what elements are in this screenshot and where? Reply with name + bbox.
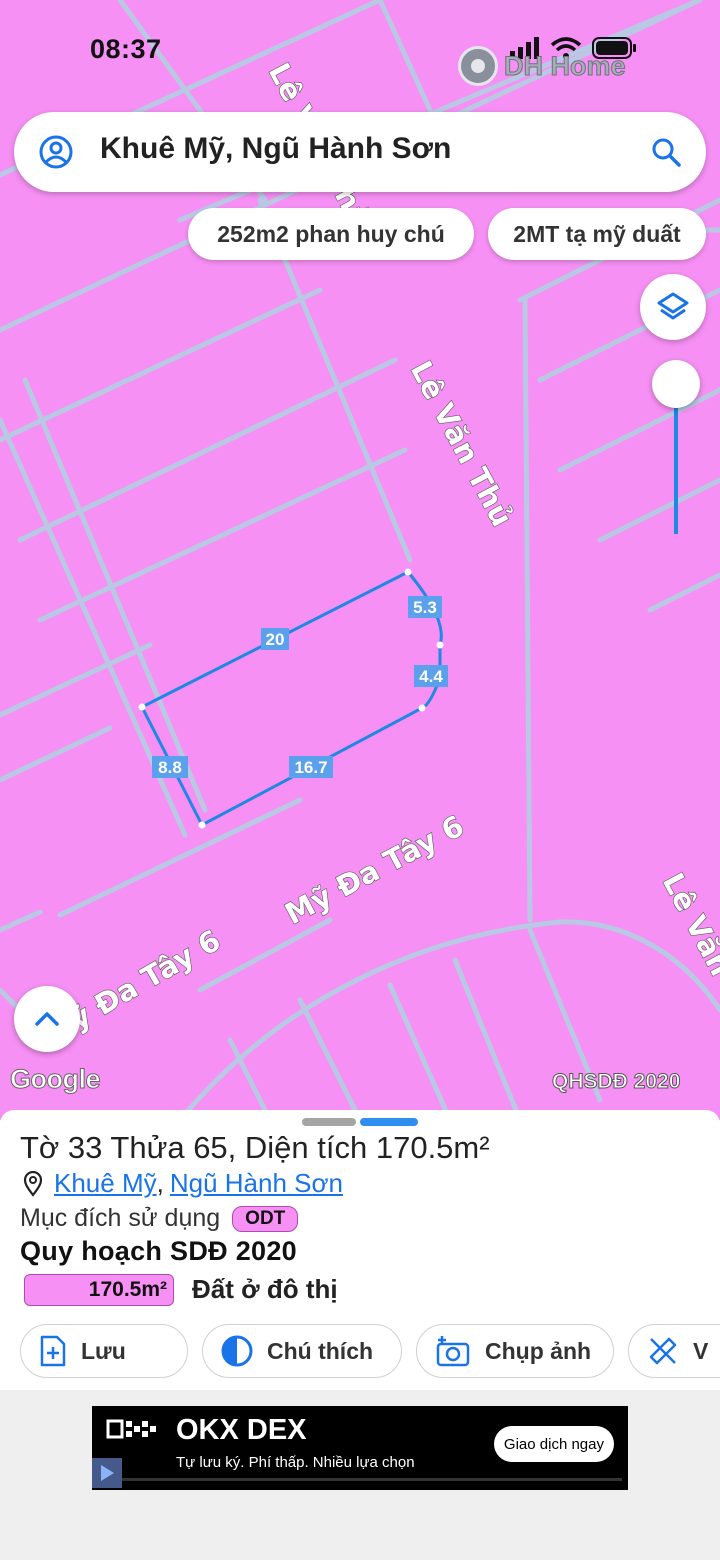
opacity-slider-knob[interactable] <box>652 360 700 408</box>
land-use-purpose: Mục đích sử dụng ODT <box>20 1204 299 1233</box>
ad-banner[interactable]: OKX DEX Tự lưu ký. Phí thấp. Nhiều lựa c… <box>92 1406 628 1490</box>
location-separator: , <box>156 1168 164 1198</box>
ad-brand: OKX DEX <box>176 1414 307 1446</box>
ruler-icon <box>649 1337 677 1365</box>
dh-home-overlay: DH Home <box>458 46 626 86</box>
capture-label: Chụp ảnh <box>485 1337 592 1364</box>
ad-cta-button[interactable]: Giao dịch ngay <box>493 1426 614 1462</box>
chip-saved-search-1[interactable]: 252m2 phan huy chú <box>188 208 474 260</box>
camera-add-icon <box>436 1336 470 1367</box>
street-label-my-da-tay-6: Mỹ Đa Tây 6 <box>279 809 469 932</box>
ad-fine-print <box>122 1478 622 1481</box>
okx-logo-icon <box>106 1419 156 1439</box>
plan-layer-label: QHSDĐ 2020 <box>551 1070 681 1094</box>
parcel-title: Tờ 33 Thửa 65, Diện tích 170.5m² <box>20 1130 490 1165</box>
expand-sheet-button[interactable] <box>14 986 80 1052</box>
dim-label-20: 20 <box>266 630 285 649</box>
status-time: 08:37 <box>90 34 162 64</box>
layers-icon <box>657 292 689 320</box>
sheet-handle-active[interactable] <box>360 1118 418 1126</box>
chevron-up-icon <box>35 1012 59 1026</box>
measure-label: V <box>693 1337 709 1364</box>
sheet-handle[interactable] <box>302 1118 356 1126</box>
land-type-label: Đất ở đô thị <box>192 1274 338 1304</box>
save-button[interactable]: Lưu <box>20 1324 188 1378</box>
google-attribution: Google <box>10 1064 102 1095</box>
map-view[interactable]: 20 5.3 4.4 16.7 8.8 Lê Văn Thủ Lê Văn Th… <box>0 0 720 1120</box>
opacity-slider-track[interactable] <box>674 400 678 534</box>
search-bar[interactable]: Khuê Mỹ, Ngũ Hành Sơn <box>14 112 706 192</box>
parcel-location: Khuê Mỹ , Ngũ Hành Sơn <box>22 1168 343 1199</box>
ad-choices-icon[interactable] <box>92 1458 122 1488</box>
dim-label-8-8: 8.8 <box>158 758 182 777</box>
district-link[interactable]: Ngũ Hành Sơn <box>170 1168 343 1199</box>
capture-button[interactable]: Chụp ảnh <box>416 1324 614 1378</box>
save-label: Lưu <box>81 1337 126 1364</box>
purpose-label: Mục đích sử dụng <box>20 1204 221 1232</box>
parcel-outline[interactable] <box>138 568 444 829</box>
chip-saved-search-2[interactable]: 2MT tạ mỹ duất <box>488 208 706 260</box>
measure-button[interactable]: V <box>628 1324 720 1378</box>
ad-tagline: Tự lưu ký. Phí thấp. Nhiều lựa chọn <box>176 1454 415 1471</box>
plan-area-value: 170.5m² <box>24 1274 174 1306</box>
legend-button[interactable]: Chú thích <box>202 1324 402 1378</box>
dim-label-4-4: 4.4 <box>419 667 443 686</box>
dim-label-5-3: 5.3 <box>413 598 437 617</box>
dh-home-label: DH Home <box>504 50 627 81</box>
purpose-code-badge: ODT <box>232 1205 299 1232</box>
plan-title: Quy hoạch SDĐ 2020 <box>20 1236 297 1266</box>
add-file-icon <box>40 1335 66 1367</box>
dim-label-16-7: 16.7 <box>294 758 327 777</box>
search-icon[interactable] <box>650 136 682 168</box>
street-label-le-van-thu: Lê Văn Thủ <box>404 355 520 532</box>
location-pin-icon <box>23 1170 43 1197</box>
legend-label: Chú thích <box>267 1337 374 1364</box>
layers-button[interactable] <box>640 274 706 340</box>
account-icon[interactable] <box>38 134 74 170</box>
action-bar: Lưu Chú thích Chụp ảnh V <box>20 1324 720 1378</box>
parcel-info-sheet[interactable]: Tờ 33 Thửa 65, Diện tích 170.5m² Khuê Mỹ… <box>0 1110 720 1390</box>
contrast-icon <box>221 1335 253 1367</box>
ad-area: OKX DEX Tự lưu ký. Phí thấp. Nhiều lựa c… <box>0 1390 720 1560</box>
search-location-text[interactable]: Khuê Mỹ, Ngũ Hành Sơn <box>100 132 451 166</box>
dh-home-logo-icon <box>458 46 498 86</box>
ward-link[interactable]: Khuê Mỹ <box>54 1168 157 1199</box>
